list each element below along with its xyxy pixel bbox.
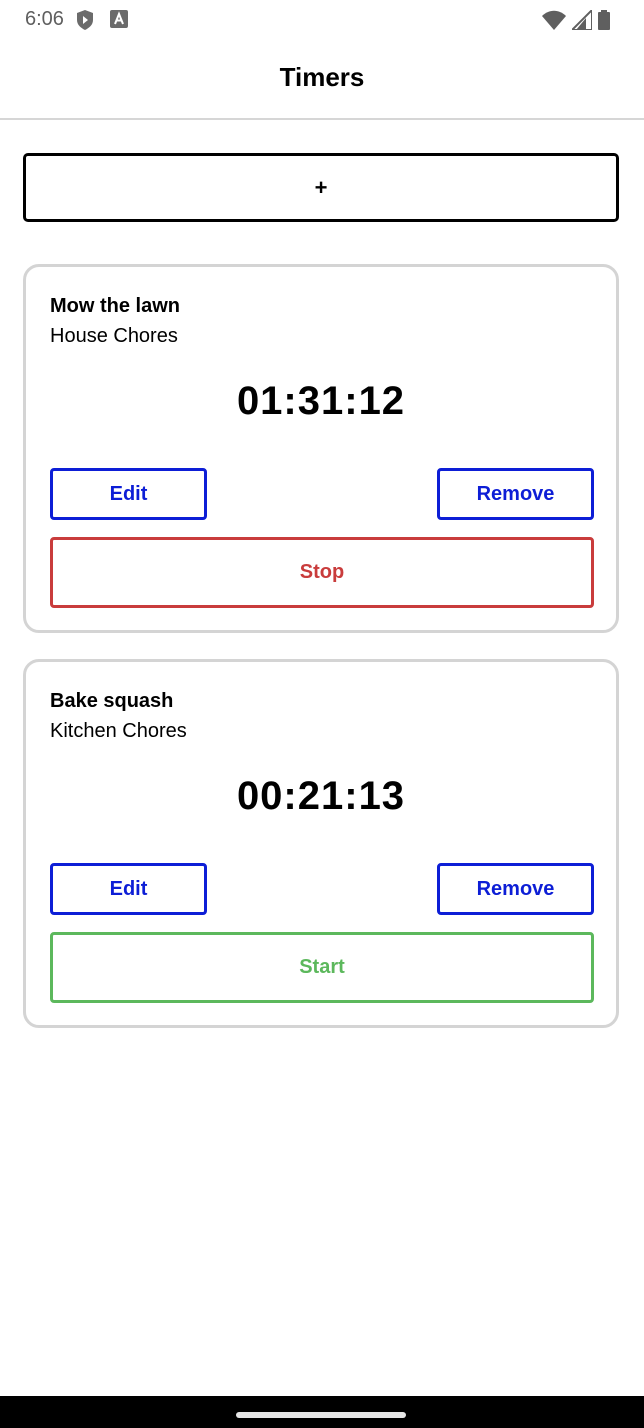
home-gesture-handle[interactable] — [236, 1412, 406, 1418]
timer-elapsed-time: 01:31:12 — [236, 379, 406, 423]
font-a-icon — [110, 10, 128, 35]
status-bar: 6:06 — [0, 0, 644, 40]
signal-icon — [569, 7, 593, 35]
remove-button[interactable]: Remove — [437, 468, 594, 520]
edit-button[interactable]: Edit — [50, 468, 207, 520]
stop-button[interactable]: Stop — [50, 537, 594, 608]
edit-button[interactable]: Edit — [50, 863, 207, 915]
start-button[interactable]: Start — [50, 932, 594, 1003]
status-right-icons — [542, 7, 610, 35]
timer-name: Mow the lawn — [50, 295, 180, 317]
status-left-icons — [76, 10, 128, 35]
timer-card: Bake squash Kitchen Chores 00:21:13 Edit… — [23, 659, 619, 1028]
wifi-icon — [542, 10, 566, 35]
add-timer-button[interactable]: + — [23, 153, 619, 222]
page-title: Timers — [279, 62, 365, 92]
app-bar: Timers — [0, 40, 644, 120]
timer-category: Kitchen Chores — [50, 720, 187, 742]
remove-button[interactable]: Remove — [437, 863, 594, 915]
timer-name: Bake squash — [50, 690, 174, 712]
timer-elapsed-time: 00:21:13 — [236, 774, 406, 818]
timer-card: Mow the lawn House Chores 01:31:12 Edit … — [23, 264, 619, 633]
shield-play-icon — [76, 10, 94, 35]
battery-icon — [598, 10, 610, 35]
status-time: 6:06 — [25, 8, 64, 30]
navigation-bar — [0, 1396, 644, 1428]
timer-category: House Chores — [50, 325, 178, 347]
